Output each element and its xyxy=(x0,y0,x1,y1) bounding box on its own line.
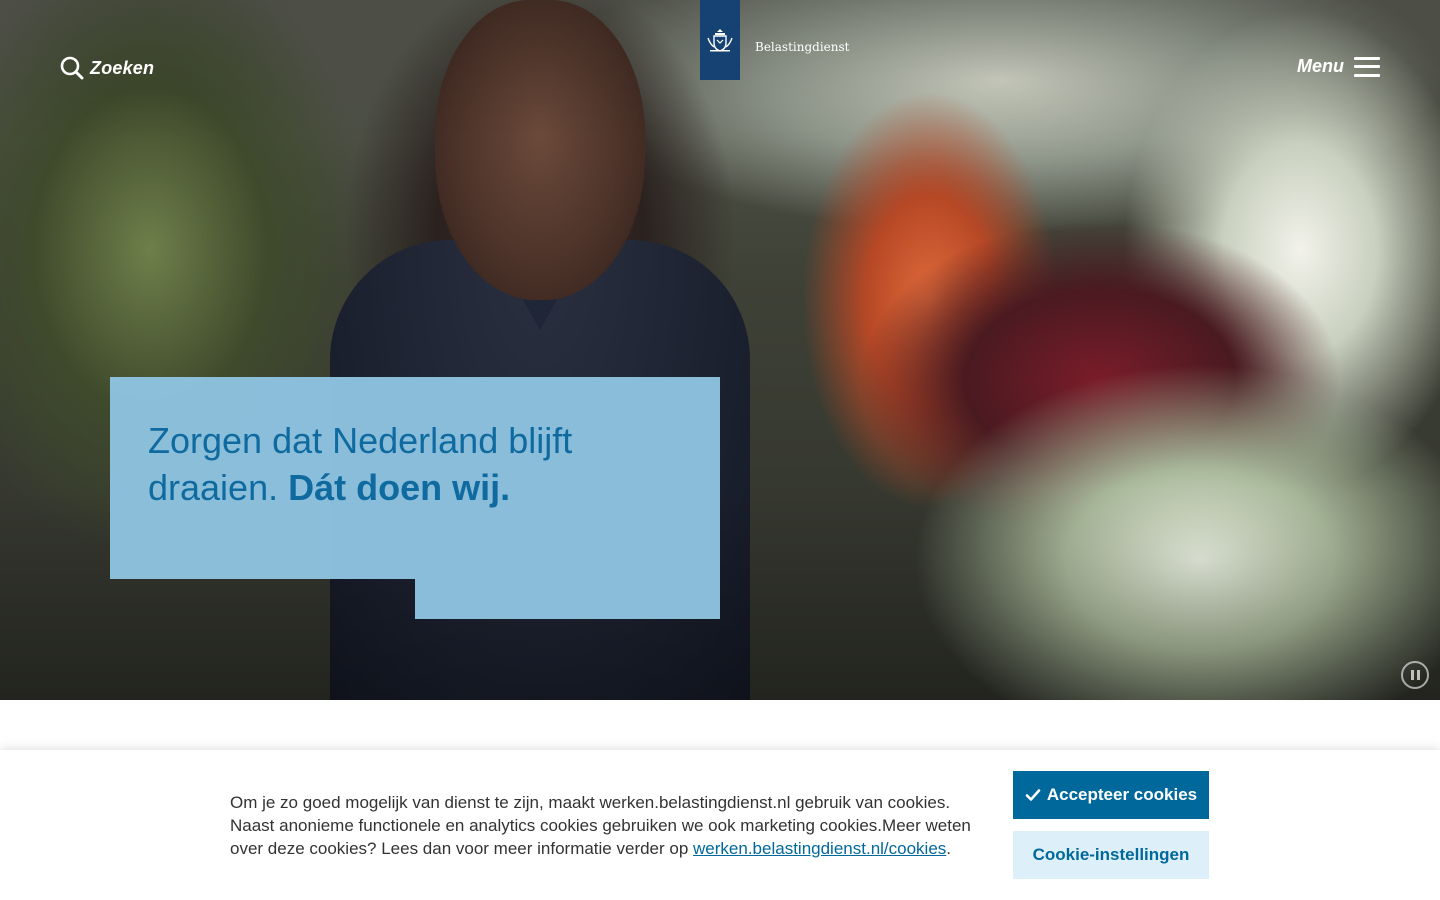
menu-button[interactable]: Menu xyxy=(1297,56,1380,77)
cookie-policy-link[interactable]: werken.belastingdienst.nl/cookies xyxy=(693,839,946,858)
menu-label: Menu xyxy=(1297,56,1344,76)
hero-tagline: Zorgen dat Nederland blijft draaien. Dát… xyxy=(148,417,648,511)
tagline-bold: Dát doen wij. xyxy=(288,467,511,508)
hamburger-icon xyxy=(1354,56,1380,77)
search-label: Zoeken xyxy=(90,57,155,78)
cookie-settings-label: Cookie-instellingen xyxy=(1032,845,1190,864)
search-button[interactable]: Zoeken xyxy=(60,56,154,80)
cookie-message: Om je zo goed mogelijk van dienst te zij… xyxy=(230,793,971,858)
accept-cookies-button[interactable]: Accepteer cookies xyxy=(1013,771,1209,819)
hero-tagline-box: Zorgen dat Nederland blijft draaien. Dát… xyxy=(110,377,720,619)
hero-video: Zoeken Belastingdienst Menu Zorgen dat N… xyxy=(0,0,1440,700)
video-pause-button[interactable] xyxy=(1401,661,1429,689)
pause-icon xyxy=(1410,670,1414,680)
logo-wordmark: Belastingdienst xyxy=(755,40,850,54)
check-icon xyxy=(1025,789,1041,801)
cookie-settings-button[interactable]: Cookie-instellingen xyxy=(1013,831,1209,879)
cookie-banner: Om je zo goed mogelijk van dienst te zij… xyxy=(0,750,1440,900)
belastingdienst-logo[interactable]: Belastingdienst xyxy=(700,0,849,80)
crest-icon xyxy=(707,29,733,52)
search-icon xyxy=(60,56,84,80)
accept-cookies-label: Accepteer cookies xyxy=(1046,785,1198,804)
